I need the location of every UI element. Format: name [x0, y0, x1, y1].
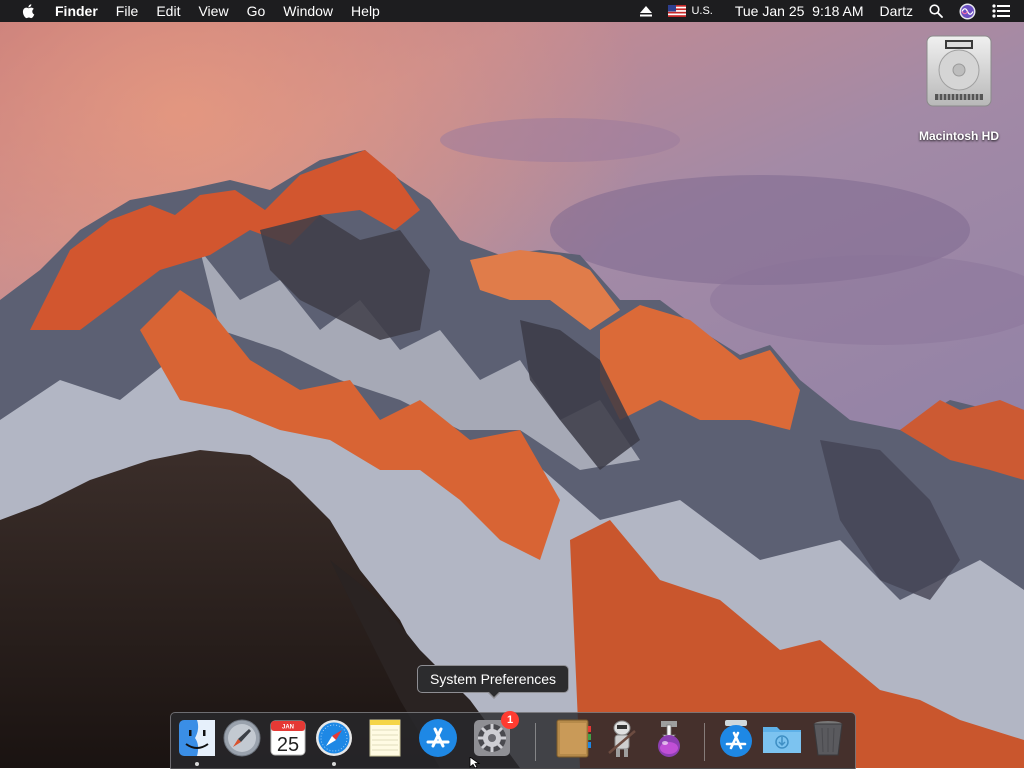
input-source-label: U.S.	[691, 5, 713, 17]
us-flag-icon	[668, 5, 687, 17]
dock-tooltip: System Preferences	[417, 665, 570, 699]
apple-menu-icon[interactable]	[18, 0, 38, 22]
downloads-folder-icon	[763, 727, 801, 753]
menu-window[interactable]: Window	[274, 0, 342, 22]
app-store-icon	[419, 719, 457, 757]
clock[interactable]: Tue Jan 25 9:18 AM	[721, 0, 872, 22]
calendar-day: 25	[277, 734, 299, 756]
calendar-icon: JAN 25	[270, 720, 306, 756]
app-store-icon	[720, 720, 752, 757]
menu-edit[interactable]: Edit	[147, 0, 189, 22]
dock: JAN 25 1	[170, 711, 856, 769]
desktop-icon-macintosh-hd[interactable]: Macintosh HD	[904, 32, 1014, 143]
automator-icon	[608, 720, 636, 757]
dock-item-safari[interactable]	[313, 717, 355, 759]
dock-separator	[704, 723, 705, 761]
launchpad-icon	[223, 719, 261, 757]
dock-item-system-preferences[interactable]: 1	[471, 711, 519, 759]
notification-badge: 1	[501, 711, 519, 729]
dock-item-contacts[interactable]	[551, 717, 593, 759]
spotlight-search-icon[interactable]	[921, 4, 951, 18]
installer-icon	[658, 721, 680, 757]
desktop-wallpaper	[0, 0, 1024, 768]
mouse-cursor-icon	[469, 757, 481, 768]
siri-icon[interactable]	[951, 3, 984, 20]
dock-item-launchpad[interactable]	[221, 717, 263, 759]
running-indicator	[332, 762, 336, 766]
tooltip-text: System Preferences	[430, 671, 557, 687]
dock-item-app-store[interactable]	[417, 717, 459, 759]
eject-icon[interactable]	[632, 5, 660, 17]
finder-icon	[179, 720, 215, 756]
menu-app-finder[interactable]: Finder	[46, 0, 107, 22]
dock-item-finder[interactable]	[176, 717, 218, 759]
menu-view[interactable]: View	[189, 0, 237, 22]
hard-drive-icon	[926, 35, 992, 107]
notes-icon	[369, 719, 401, 757]
trash-icon	[813, 721, 843, 756]
menu-help[interactable]: Help	[342, 0, 389, 22]
tooltip-arrow	[487, 691, 501, 699]
notification-center-icon[interactable]	[984, 4, 1024, 18]
menu-file[interactable]: File	[107, 0, 148, 22]
desktop-icon-label: Macintosh HD	[918, 129, 999, 143]
dock-item-calendar[interactable]: JAN 25	[267, 717, 309, 759]
dock-item-installer[interactable]	[648, 717, 690, 759]
dock-item-downloads[interactable]	[761, 717, 803, 759]
dock-item-notes[interactable]	[364, 717, 406, 759]
menu-bar: Finder File Edit View Go Window Help U.S…	[0, 0, 1024, 22]
input-source-menu[interactable]: U.S.	[660, 0, 720, 22]
contacts-icon	[556, 719, 591, 758]
dock-item-trash[interactable]	[807, 717, 849, 759]
dock-item-automator[interactable]	[601, 717, 643, 759]
calendar-month: JAN	[282, 725, 294, 731]
dock-item-app-store-download[interactable]	[715, 717, 757, 759]
menu-go[interactable]: Go	[238, 0, 275, 22]
safari-icon	[316, 720, 352, 756]
dock-separator	[535, 723, 536, 761]
running-indicator	[195, 762, 199, 766]
user-menu[interactable]: Dartz	[872, 0, 921, 22]
